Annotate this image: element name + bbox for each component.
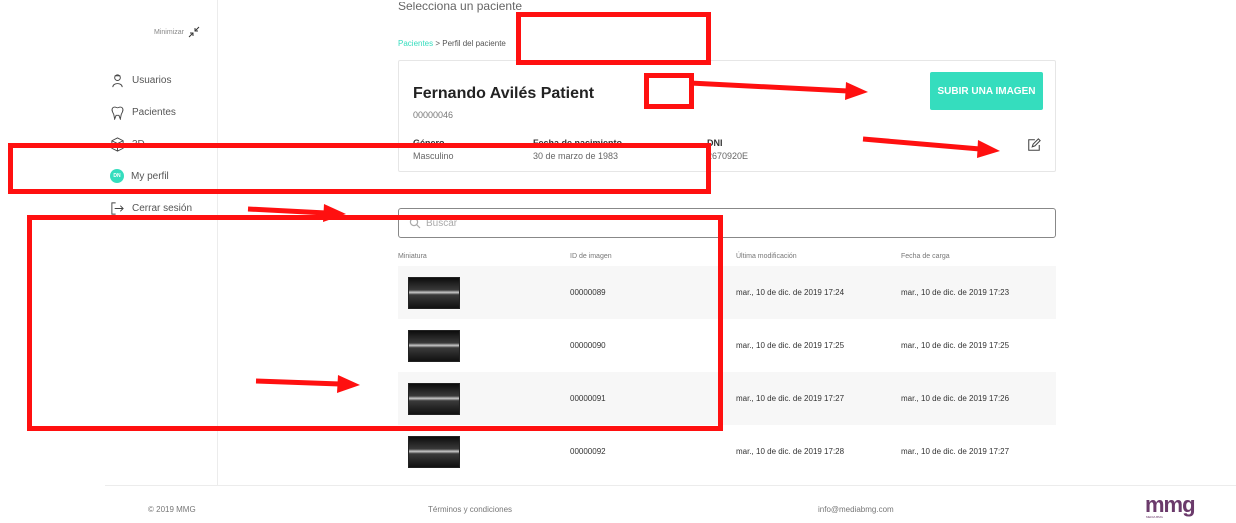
breadcrumb-separator: > bbox=[433, 39, 443, 48]
patient-id: 00000046 bbox=[413, 110, 454, 120]
annotation-box-table bbox=[27, 215, 723, 431]
uploaded-cell: mar., 10 de dic. de 2019 17:25 bbox=[901, 341, 1010, 350]
modified-cell: mar., 10 de dic. de 2019 17:25 bbox=[736, 341, 845, 350]
footer-terms-link[interactable]: Términos y condiciones bbox=[428, 505, 512, 514]
minimize-label: Minimizar bbox=[154, 28, 184, 36]
annotation-box-heading bbox=[516, 12, 711, 65]
modified-cell: mar., 10 de dic. de 2019 17:28 bbox=[736, 447, 845, 456]
column-header-modified[interactable]: Última modificación bbox=[736, 253, 901, 260]
edit-icon[interactable] bbox=[1027, 138, 1041, 152]
annotation-box-profile bbox=[8, 143, 711, 194]
collapse-arrows-icon bbox=[188, 26, 200, 38]
annotation-box-name bbox=[644, 73, 694, 109]
xray-thumbnail[interactable] bbox=[408, 435, 460, 468]
sidebar-item-usuarios[interactable]: Usuarios bbox=[110, 64, 192, 96]
column-header-uploaded[interactable]: Fecha de carga bbox=[901, 253, 1056, 260]
footer-copyright: © 2019 MMG bbox=[148, 505, 196, 514]
modified-cell: mar., 10 de dic. de 2019 17:24 bbox=[736, 288, 845, 297]
uploaded-cell: mar., 10 de dic. de 2019 17:26 bbox=[901, 394, 1010, 403]
users-icon bbox=[112, 73, 123, 87]
breadcrumb: Pacientes > Perfil del paciente bbox=[398, 39, 506, 48]
uploaded-cell: mar., 10 de dic. de 2019 17:23 bbox=[901, 288, 1010, 297]
company-logo-subtitle: MEDIA BMG bbox=[1146, 515, 1164, 519]
dni-label: DNI bbox=[707, 138, 723, 148]
upload-image-button[interactable]: SUBIR UNA IMAGEN bbox=[930, 72, 1043, 110]
table-row[interactable]: 00000092 mar., 10 de dic. de 2019 17:28 … bbox=[398, 425, 1056, 478]
page-title: Selecciona un paciente bbox=[398, 2, 523, 13]
modified-cell: mar., 10 de dic. de 2019 17:27 bbox=[736, 394, 845, 403]
uploaded-cell: mar., 10 de dic. de 2019 17:27 bbox=[901, 447, 1010, 456]
patient-name: Fernando Avilés Patient bbox=[413, 85, 595, 102]
footer-email-link[interactable]: info@mediabmg.com bbox=[818, 505, 894, 514]
sidebar-item-pacientes[interactable]: Pacientes bbox=[110, 96, 192, 128]
dni-field: DNI 2670920E bbox=[707, 138, 748, 161]
sidebar-item-label: Usuarios bbox=[132, 74, 172, 86]
breadcrumb-current: Perfil del paciente bbox=[442, 39, 506, 48]
thumbnail-cell bbox=[398, 435, 570, 468]
tooth-icon bbox=[111, 106, 124, 120]
breadcrumb-link-pacientes[interactable]: Pacientes bbox=[398, 39, 433, 48]
company-logo: mmg bbox=[1145, 492, 1196, 517]
sidebar-item-label: Cerrar sesión bbox=[132, 202, 193, 214]
image-id-cell: 00000092 bbox=[570, 447, 606, 456]
minimize-button[interactable]: Minimizar bbox=[154, 26, 200, 38]
dni-value: 2670920E bbox=[707, 151, 749, 161]
sidebar-item-label: Pacientes bbox=[132, 106, 176, 118]
footer: © 2019 MMG Términos y condiciones info@m… bbox=[105, 485, 1236, 523]
logout-icon bbox=[111, 201, 124, 215]
